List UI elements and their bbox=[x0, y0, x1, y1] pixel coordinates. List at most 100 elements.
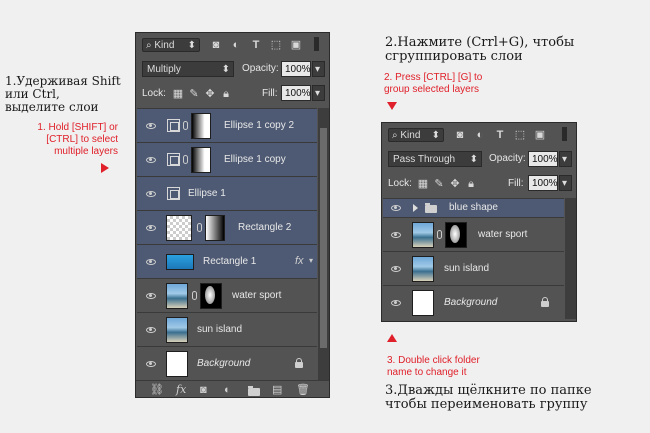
layer-row-rectangle-1[interactable]: Rectangle 1 fx ▾ bbox=[137, 244, 317, 278]
layer-row-background[interactable]: Background bbox=[383, 285, 564, 319]
scrollbar-thumb[interactable] bbox=[320, 128, 327, 348]
layer-name[interactable]: Ellipse 1 copy bbox=[224, 154, 286, 165]
layer-thumbnail bbox=[166, 254, 194, 270]
smart-object-filter-icon[interactable]: ▣ bbox=[290, 39, 302, 51]
layer-name[interactable]: sun island bbox=[444, 263, 489, 274]
layer-name[interactable]: Ellipse 1 bbox=[188, 188, 226, 199]
blend-mode-dropdown[interactable]: Pass Through ⬍ bbox=[388, 151, 482, 167]
type-filter-icon[interactable]: T bbox=[250, 39, 262, 51]
lock-all-icon[interactable]: 🔒︎ bbox=[220, 88, 232, 100]
layer-name[interactable]: water sport bbox=[478, 229, 527, 240]
layer-row-sun-island[interactable]: sun island bbox=[137, 312, 317, 346]
pixel-filter-icon[interactable]: ◙ bbox=[454, 129, 466, 141]
smart-object-filter-icon[interactable]: ▣ bbox=[534, 129, 546, 141]
layer-mask-thumbnail bbox=[191, 113, 211, 139]
opacity-field[interactable]: 100% bbox=[281, 61, 311, 77]
shape-layer-icon bbox=[167, 119, 180, 132]
visibility-eye-icon[interactable] bbox=[146, 225, 156, 231]
visibility-eye-icon[interactable] bbox=[146, 259, 156, 265]
visibility-eye-icon[interactable] bbox=[391, 266, 401, 272]
fill-value: 100% bbox=[285, 88, 311, 99]
expand-effects-icon[interactable]: ▾ bbox=[309, 256, 313, 265]
filter-toggle-icon[interactable] bbox=[562, 127, 567, 141]
visibility-eye-icon[interactable] bbox=[146, 361, 156, 367]
search-icon: ⌕ bbox=[146, 40, 152, 51]
chevron-updown-icon: ⬍ bbox=[187, 40, 196, 51]
shape-filter-icon[interactable]: ⬚ bbox=[270, 39, 282, 51]
trash-icon[interactable]: 🗑︎ bbox=[296, 384, 310, 396]
fx-effects-icon[interactable]: fx bbox=[295, 255, 304, 267]
lock-position-icon[interactable]: ✥ bbox=[449, 178, 461, 190]
expand-group-triangle-icon[interactable] bbox=[413, 204, 418, 212]
step1-en-line2: [CTRL] to select bbox=[46, 134, 118, 145]
new-layer-icon[interactable]: ▤ bbox=[272, 384, 282, 396]
layer-row-ellipse-1-copy-2[interactable]: Ellipse 1 copy 2 bbox=[137, 108, 317, 142]
new-adjustment-layer-icon[interactable]: ◐ bbox=[224, 384, 231, 396]
fill-label: Fill: bbox=[508, 178, 524, 189]
layer-row-rectangle-2[interactable]: Rectangle 2 bbox=[137, 210, 317, 244]
type-filter-icon[interactable]: T bbox=[494, 129, 506, 141]
lock-image-icon[interactable]: ✎ bbox=[433, 178, 445, 190]
visibility-eye-icon[interactable] bbox=[146, 157, 156, 163]
link-layers-icon[interactable]: ⛓ bbox=[150, 384, 164, 396]
layer-mask-thumbnail bbox=[445, 222, 467, 248]
add-mask-icon[interactable]: ◙ bbox=[200, 384, 207, 396]
layers-scrollbar[interactable] bbox=[318, 108, 329, 380]
visibility-eye-icon[interactable] bbox=[391, 232, 401, 238]
fill-field[interactable]: 100% bbox=[281, 85, 311, 101]
filter-toggle-icon[interactable] bbox=[314, 37, 319, 51]
layer-name[interactable]: water sport bbox=[232, 290, 281, 301]
new-group-icon[interactable] bbox=[248, 386, 260, 396]
step1-ru-line3: выделите слои bbox=[5, 100, 99, 114]
layer-row-background[interactable]: Background bbox=[137, 346, 317, 380]
opacity-slider-button[interactable]: ▾ bbox=[559, 151, 572, 167]
visibility-eye-icon[interactable] bbox=[391, 300, 401, 306]
layer-row-water-sport[interactable]: water sport bbox=[137, 278, 317, 312]
layer-row-sun-island[interactable]: sun island bbox=[383, 251, 564, 285]
fill-field[interactable]: 100% bbox=[528, 175, 558, 191]
layer-row-ellipse-1-copy[interactable]: Ellipse 1 copy bbox=[137, 142, 317, 176]
link-icon bbox=[192, 291, 197, 300]
opacity-field[interactable]: 100% bbox=[528, 151, 558, 167]
layer-name[interactable]: sun island bbox=[197, 324, 242, 335]
step1-en-line3: multiple layers bbox=[54, 146, 118, 157]
lock-transparent-icon[interactable]: ▦ bbox=[417, 178, 429, 190]
layers-scrollbar[interactable] bbox=[565, 198, 576, 319]
folder-icon bbox=[425, 203, 437, 213]
visibility-eye-icon[interactable] bbox=[146, 293, 156, 299]
opacity-slider-button[interactable]: ▾ bbox=[312, 61, 325, 77]
layer-row-ellipse-1[interactable]: Ellipse 1 bbox=[137, 176, 317, 210]
layer-name[interactable]: Background bbox=[197, 358, 250, 369]
visibility-eye-icon[interactable] bbox=[146, 123, 156, 129]
filter-kind-label: Kind bbox=[400, 130, 421, 141]
layer-name[interactable]: Background bbox=[444, 297, 497, 308]
lock-position-icon[interactable]: ✥ bbox=[204, 88, 216, 100]
visibility-eye-icon[interactable] bbox=[146, 191, 156, 197]
lock-transparent-icon[interactable]: ▦ bbox=[172, 88, 184, 100]
lock-all-icon[interactable]: 🔒︎ bbox=[465, 178, 477, 190]
chevron-updown-icon: ⬍ bbox=[431, 130, 440, 141]
blend-mode-dropdown[interactable]: Multiply ⬍ bbox=[142, 61, 234, 77]
visibility-eye-icon[interactable] bbox=[391, 205, 401, 211]
filter-kind-dropdown[interactable]: ⌕ Kind ⬍ bbox=[388, 128, 444, 142]
shape-filter-icon[interactable]: ⬚ bbox=[514, 129, 526, 141]
fill-slider-button[interactable]: ▾ bbox=[559, 175, 572, 191]
add-layer-style-icon[interactable]: fx bbox=[176, 384, 186, 396]
group-name[interactable]: blue shape bbox=[449, 202, 498, 213]
lock-image-icon[interactable]: ✎ bbox=[188, 88, 200, 100]
step3-russian: 3.Дважды щёлкните по папке чтобы переиме… bbox=[385, 384, 592, 412]
pixel-filter-icon[interactable]: ◙ bbox=[210, 39, 222, 51]
step2-russian: 2.Нажмите (Crrl+G), чтобы сгруппировать … bbox=[385, 36, 574, 64]
fill-slider-button[interactable]: ▾ bbox=[312, 85, 325, 101]
visibility-eye-icon[interactable] bbox=[146, 327, 156, 333]
layer-name[interactable]: Rectangle 2 bbox=[238, 222, 291, 233]
layer-name[interactable]: Rectangle 1 bbox=[203, 256, 256, 267]
layer-row-water-sport[interactable]: water sport bbox=[383, 217, 564, 251]
step1-english: 1. Hold [SHIFT] or [CTRL] to select mult… bbox=[30, 122, 118, 158]
layer-name[interactable]: Ellipse 1 copy 2 bbox=[224, 120, 294, 131]
layer-row-group-blue-shape[interactable]: blue shape bbox=[383, 198, 564, 217]
filter-kind-dropdown[interactable]: ⌕ Kind ⬍ bbox=[142, 38, 200, 52]
step2-arrow bbox=[387, 102, 397, 110]
adjustment-filter-icon[interactable]: ◐ bbox=[230, 39, 242, 51]
adjustment-filter-icon[interactable]: ◐ bbox=[474, 129, 486, 141]
